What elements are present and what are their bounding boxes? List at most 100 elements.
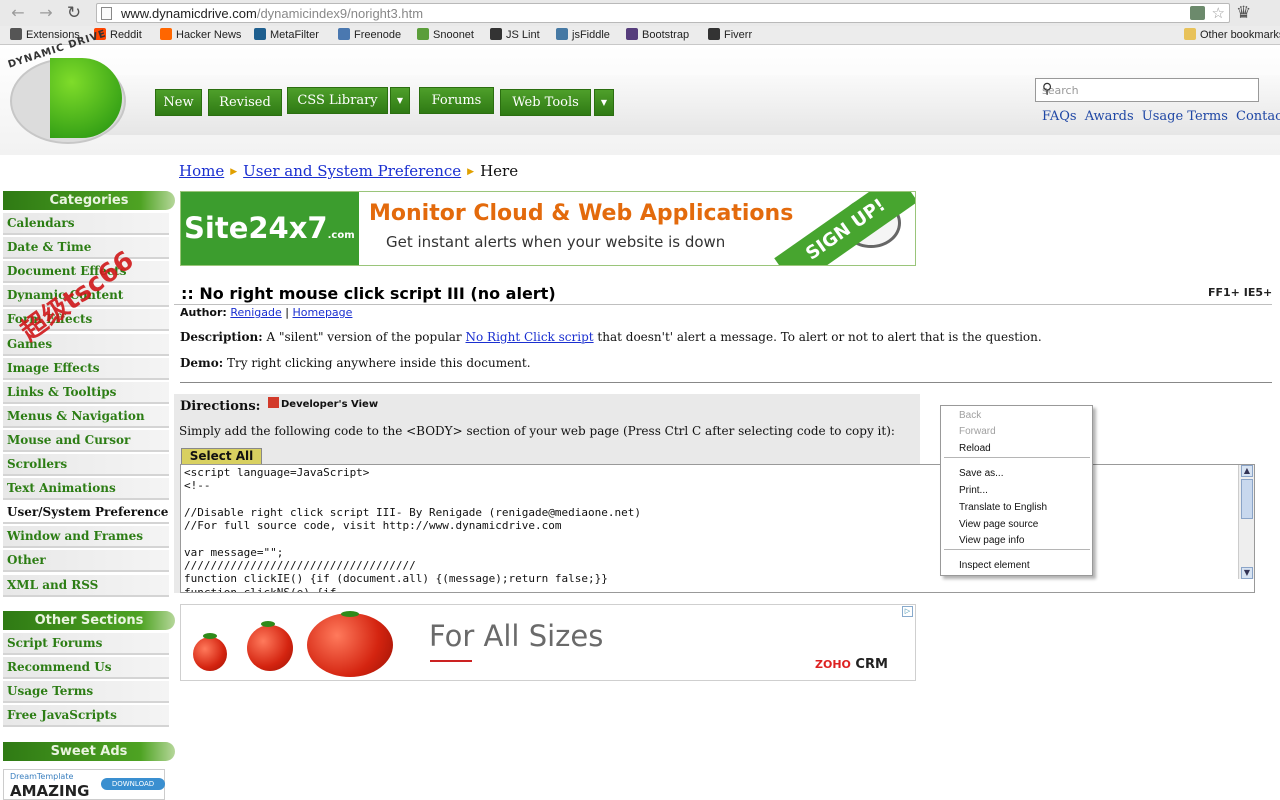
bookmark-favicon-icon: [556, 28, 568, 40]
scroll-up-icon[interactable]: ▲: [1241, 465, 1253, 477]
usage-terms-link[interactable]: Usage Terms: [1142, 109, 1228, 124]
sidebar-item-text-animations[interactable]: Text Animations: [3, 478, 169, 501]
back-arrow-icon[interactable]: ←: [8, 4, 28, 22]
web-tools-dropdown-icon[interactable]: ▼: [594, 89, 614, 116]
context-menu-separator: [944, 457, 1090, 458]
bookmark-favicon-icon: [626, 28, 638, 40]
sidebar-item-calendars[interactable]: Calendars: [3, 213, 169, 235]
site-search-input[interactable]: search ⚲: [1035, 78, 1259, 102]
breadcrumb-arrow-icon: ▶: [467, 167, 475, 177]
nav-css-library[interactable]: CSS Library: [287, 87, 388, 114]
context-menu-view-page-info[interactable]: View page info: [959, 535, 1024, 546]
no-right-click-link[interactable]: No Right Click script: [466, 330, 594, 344]
sweet-ad-download-button[interactable]: DOWNLOAD: [101, 778, 165, 790]
sidebar-item-usage-terms[interactable]: Usage Terms: [3, 681, 169, 704]
other-bookmarks-folder[interactable]: Other bookmarks: [1184, 28, 1280, 41]
author-link[interactable]: Renigade: [230, 306, 281, 319]
bookmark-snoonet[interactable]: Snoonet: [417, 28, 474, 41]
zoho-logo: ZOHO CRM: [815, 657, 888, 672]
bookmark-bootstrap[interactable]: Bootstrap: [626, 28, 689, 41]
site24x7-banner-ad[interactable]: Site24x7.com Monitor Cloud & Web Applica…: [180, 191, 916, 266]
developer-view-icon: [268, 397, 279, 408]
nav-forums[interactable]: Forums: [419, 87, 494, 114]
banner-headline: Monitor Cloud & Web Applications: [369, 201, 794, 226]
description-label: Description:: [180, 330, 263, 344]
browser-compat: FF1+ IE5+: [1208, 286, 1273, 299]
context-menu-forward[interactable]: Forward: [959, 426, 996, 437]
sidebar-item-mouse-and-cursor[interactable]: Mouse and Cursor: [3, 429, 169, 452]
bookmark-js-lint[interactable]: JS Lint: [490, 28, 540, 41]
bookmarks-bar: Extensions Reddit Hacker News MetaFilter Fre…: [0, 26, 1280, 45]
forward-arrow-icon[interactable]: →: [36, 4, 56, 22]
bookmark-metafilter[interactable]: MetaFilter: [254, 28, 319, 41]
search-icon[interactable]: ⚲: [1042, 81, 1254, 97]
chrome-menu-icon[interactable]: ♛: [1236, 3, 1251, 23]
url-text: www.dynamicdrive.com/dynamicindex9/norig…: [121, 6, 424, 21]
nav-web-tools[interactable]: Web Tools: [500, 89, 591, 116]
address-bar[interactable]: www.dynamicdrive.com/dynamicindex9/norig…: [96, 3, 1230, 23]
bookmark-fiverr[interactable]: Fiverr: [708, 28, 752, 41]
scroll-thumb[interactable]: [1241, 479, 1253, 519]
sidebar-item-menus-navigation[interactable]: Menus & Navigation: [3, 405, 169, 428]
breadcrumb-home[interactable]: Home: [179, 162, 224, 180]
context-menu-view-page-source[interactable]: View page source: [959, 519, 1038, 530]
nav-revised[interactable]: Revised: [208, 89, 282, 116]
code-scrollbar[interactable]: ▲ ▼: [1238, 465, 1254, 579]
demo-label: Demo:: [180, 356, 224, 370]
developers-view-link[interactable]: Developer's View: [268, 397, 378, 410]
other-sections-heading: Other Sections: [3, 611, 175, 630]
context-menu-print[interactable]: Print...: [959, 485, 988, 496]
categories-heading: Categories: [3, 191, 175, 210]
sidebar-item-free-javascripts[interactable]: Free JavaScripts: [3, 705, 169, 728]
breadcrumb-category[interactable]: User and System Preference: [243, 162, 461, 180]
bookmark-favicon-icon: [10, 28, 22, 40]
tomato-image: [307, 613, 393, 677]
tomato-image: [247, 625, 293, 671]
directions-label: Directions:: [180, 399, 261, 414]
code-textarea[interactable]: <script language=JavaScript> <!-- //Disa…: [180, 464, 1255, 593]
bookmark-freenode[interactable]: Freenode: [338, 28, 401, 41]
context-menu-inspect-element[interactable]: Inspect element: [959, 560, 1030, 571]
adchoices-icon[interactable]: ▷: [902, 606, 913, 617]
breadcrumb: Home ▶ User and System Preference ▶ Here: [179, 162, 518, 180]
bookmark-jsfiddle[interactable]: jsFiddle: [556, 28, 610, 41]
context-menu-translate-to-english[interactable]: Translate to English: [959, 502, 1047, 513]
demo-line: Demo: Try right clicking anywhere inside…: [180, 356, 531, 370]
sidebar-item-window-and-frames[interactable]: Window and Frames: [3, 526, 169, 549]
sidebar-item-image-effects[interactable]: Image Effects: [3, 357, 169, 380]
faqs-link[interactable]: FAQs: [1042, 109, 1077, 124]
sweet-ad-banner[interactable]: DreamTemplate AMAZING DOWNLOAD: [3, 769, 165, 800]
sidebar-item-other[interactable]: Other: [3, 550, 169, 573]
sidebar-item-user-system-preference[interactable]: User/System Preference: [3, 502, 169, 525]
sidebar-item-script-forums[interactable]: Script Forums: [3, 633, 169, 655]
ad-underline: [430, 660, 472, 662]
awards-link[interactable]: Awards: [1085, 109, 1134, 124]
sidebar-item-links-tooltips[interactable]: Links & Tooltips: [3, 381, 169, 404]
css-library-dropdown-icon[interactable]: ▼: [390, 87, 410, 114]
contact-link[interactable]: Contact: [1236, 109, 1280, 124]
context-menu-back[interactable]: Back: [959, 410, 981, 421]
context-menu-save-as[interactable]: Save as...: [959, 468, 1003, 479]
homepage-link[interactable]: Homepage: [292, 306, 352, 319]
bookmark-star-icon[interactable]: ☆: [1212, 4, 1225, 22]
sidebar-item-scrollers[interactable]: Scrollers: [3, 454, 169, 476]
context-menu-reload[interactable]: Reload: [959, 443, 991, 454]
dynamic-drive-logo[interactable]: DYNAMIC DRIVE: [6, 28, 126, 150]
sweet-ad-brand: DreamTemplate: [10, 772, 74, 781]
top-links: FAQs Awards Usage Terms Contact: [1042, 109, 1280, 124]
reload-icon[interactable]: ↻: [64, 4, 84, 22]
sidebar-item-date-time[interactable]: Date & Time: [3, 237, 169, 260]
nav-new[interactable]: New: [155, 89, 202, 116]
breadcrumb-arrow-icon: ▶: [230, 167, 238, 177]
extension-icon[interactable]: [1190, 6, 1205, 20]
sidebar-item-xml-and-rss[interactable]: XML and RSS: [3, 574, 169, 597]
zoho-crm-ad[interactable]: For All Sizes ZOHO CRM ▷: [180, 604, 916, 681]
scroll-down-icon[interactable]: ▼: [1241, 567, 1253, 579]
bookmark-favicon-icon: [490, 28, 502, 40]
bookmark-hacker-news[interactable]: Hacker News: [160, 28, 241, 41]
banner-subline: Get instant alerts when your website is …: [386, 233, 726, 251]
section-divider: [180, 382, 1272, 383]
sidebar-item-recommend-us[interactable]: Recommend Us: [3, 657, 169, 680]
select-all-button[interactable]: Select All: [181, 448, 262, 465]
sweet-ad-headline: AMAZING: [10, 782, 90, 800]
